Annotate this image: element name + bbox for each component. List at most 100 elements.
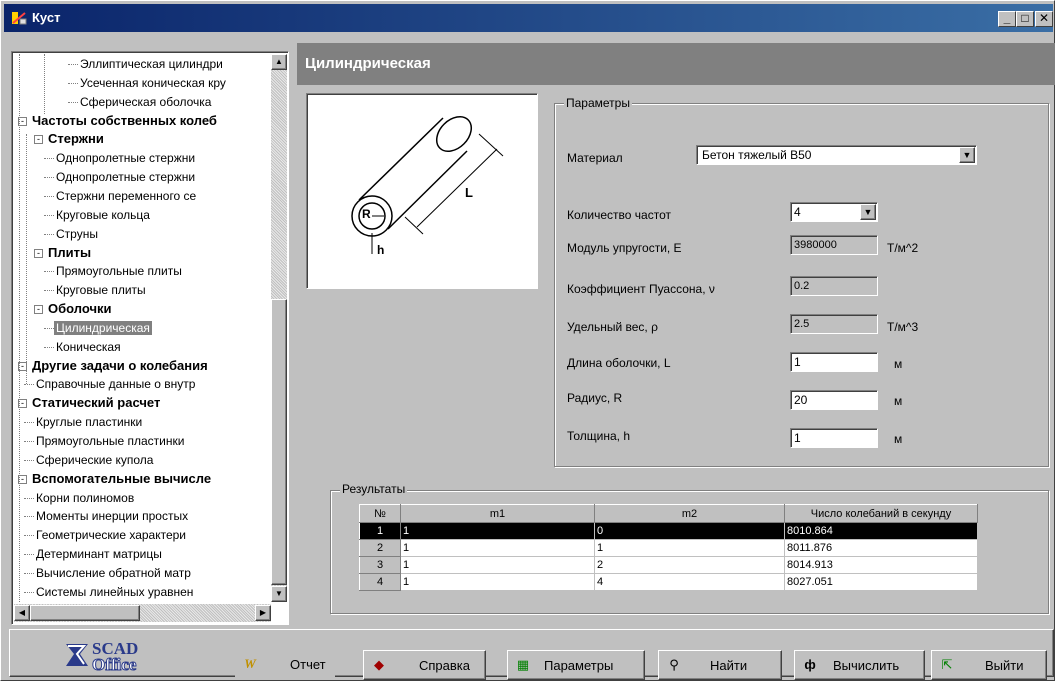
tree-item[interactable]: - Вспомогательные вычисле <box>18 470 213 488</box>
freq-count-select[interactable]: 4 ▼ <box>790 202 878 222</box>
tree-item[interactable]: Цилиндрическая <box>44 319 152 337</box>
tree-item[interactable]: Справочные данные о внутр <box>24 375 197 393</box>
col-header-m1[interactable]: m1 <box>400 504 595 523</box>
tree-item-label: Статический расчет <box>32 395 161 411</box>
tree-item[interactable]: Однопролетные стержни <box>44 168 197 186</box>
tree-item-label: Сферические купола <box>36 452 154 467</box>
scad-office-logo: SCAD Office <box>64 638 180 675</box>
cell-freq: 8010.864 <box>784 522 978 540</box>
tree-item-label: Стержни <box>48 131 104 147</box>
report-button[interactable]: W Отчет <box>235 650 335 680</box>
col-header-m2[interactable]: m2 <box>594 504 785 523</box>
modulus-label: Модуль упругости, E <box>567 241 682 255</box>
tree-item-label: Справочные данные о внутр <box>36 377 196 392</box>
scroll-left-icon[interactable]: ◀ <box>14 605 30 621</box>
tree-item[interactable]: - Другие задачи о колебания <box>18 357 210 375</box>
tree-item[interactable]: Детерминант матрицы <box>24 545 164 563</box>
parameters-icon: ▦ <box>516 657 530 672</box>
tree-item[interactable]: Прямоугольные пластинки <box>24 432 186 450</box>
scroll-down-icon[interactable]: ▼ <box>271 586 287 602</box>
tree-item-label: Плиты <box>48 244 92 260</box>
tree-vertical-scrollbar[interactable]: ▲ ▼ <box>271 54 287 602</box>
chevron-down-icon[interactable]: ▼ <box>959 147 975 163</box>
tree-connector <box>68 64 78 65</box>
tree-connector <box>68 101 78 103</box>
tree-item-label: Частоты собственных колеб <box>32 112 217 128</box>
help-button[interactable]: ◆ Справка <box>363 650 486 680</box>
tree-item[interactable]: Геометрические характери <box>24 526 188 544</box>
table-row[interactable]: 2 1 1 8011.876 <box>359 539 978 557</box>
tree-item-label: Геометрические характери <box>36 528 187 543</box>
tree-connector <box>24 554 34 556</box>
tree-item[interactable]: Струны <box>44 225 100 243</box>
tree-item[interactable]: Системы линейных уравнен <box>24 583 195 601</box>
svg-text:Office: Office <box>92 655 137 672</box>
tree-item[interactable]: Моменты инерции простых <box>24 507 190 525</box>
exit-label: Выйти <box>985 658 1024 673</box>
tree-item[interactable]: Круговые кольца <box>44 206 152 224</box>
tree-item[interactable]: Круглые пластинки <box>24 413 144 431</box>
collapse-icon[interactable]: - <box>34 135 43 145</box>
tree-item[interactable]: - Стержни <box>34 130 106 148</box>
tree-item[interactable]: Сферическая оболочка <box>68 93 213 111</box>
help-book-icon: ◆ <box>374 657 384 672</box>
tree-item[interactable]: Круговые плиты <box>44 281 148 299</box>
collapse-icon[interactable]: - <box>34 248 43 258</box>
tree-item[interactable]: Вычисление обратной матр <box>24 564 193 582</box>
tree-guide-line <box>26 134 27 384</box>
tree-item[interactable]: Эллиптическая цилиндри <box>68 55 225 73</box>
close-button[interactable]: ✕ <box>1035 11 1053 27</box>
tree-item[interactable]: Стержни переменного се <box>44 187 198 205</box>
tree-view[interactable]: Эллиптическая цилиндри Усеченная коническ… <box>14 54 269 602</box>
tree-item[interactable]: - Частоты собственных колеб <box>18 112 219 130</box>
scroll-right-icon[interactable]: ▶ <box>255 605 271 621</box>
tree-item-label: Прямоугольные пластинки <box>36 434 185 448</box>
thickness-input[interactable]: 1 <box>790 428 878 448</box>
hscroll-thumb[interactable] <box>30 605 140 621</box>
title-bar[interactable]: Куст _ □ ✕ <box>4 4 1053 32</box>
exit-button[interactable]: ⇱ Выйти <box>931 650 1047 680</box>
tree-item[interactable]: Корни полиномов <box>24 489 136 507</box>
collapse-icon[interactable]: - <box>34 305 43 315</box>
chevron-down-icon[interactable]: ▼ <box>860 204 876 220</box>
binoculars-icon: ⚲ <box>669 657 679 672</box>
length-input[interactable]: 1 <box>790 352 878 372</box>
calculate-button[interactable]: ф Вычислить <box>794 650 925 680</box>
col-header-no[interactable]: № <box>359 504 401 523</box>
scroll-thumb[interactable] <box>271 299 287 585</box>
cylinder-shell-icon: L R h <box>351 115 504 257</box>
report-label: Отчет <box>290 657 326 672</box>
modulus-field: 3980000 <box>790 235 878 255</box>
results-table[interactable]: № m1 m2 Число колебаний в секунду 1 1 0 … <box>359 504 978 591</box>
scroll-up-icon[interactable]: ▲ <box>271 54 287 70</box>
weight-label: Удельный вес, ρ <box>567 320 658 334</box>
maximize-button[interactable]: □ <box>1016 11 1034 27</box>
tree-item[interactable]: Усеченная коническая кру <box>68 74 228 92</box>
parameters-legend: Параметры <box>564 96 632 110</box>
tree-item[interactable]: - Плиты <box>34 244 93 262</box>
tree-item[interactable]: - Оболочки <box>34 300 114 318</box>
tree-connector <box>44 290 54 292</box>
table-row[interactable]: 4 1 4 8027.051 <box>359 573 978 591</box>
tree-horizontal-scrollbar[interactable]: ◀ ▶ <box>14 604 271 622</box>
material-value: Бетон тяжелый B50 <box>702 148 812 162</box>
table-row[interactable]: 3 1 2 8014.913 <box>359 556 978 574</box>
material-select[interactable]: Бетон тяжелый B50 ▼ <box>696 145 977 165</box>
cell-freq: 8014.913 <box>784 556 978 574</box>
material-label: Материал <box>567 151 623 165</box>
cell-freq: 8027.051 <box>784 573 978 591</box>
minimize-button[interactable]: _ <box>998 11 1016 27</box>
col-header-freq[interactable]: Число колебаний в секунду <box>784 504 978 523</box>
tree-item[interactable]: Прямоугольные плиты <box>44 262 184 280</box>
parameters-button[interactable]: ▦ Параметры <box>507 650 645 680</box>
tree-item[interactable]: Сферические купола <box>24 451 155 469</box>
tree-item[interactable]: Коническая <box>44 338 123 356</box>
radius-input[interactable]: 20 <box>790 390 878 410</box>
find-button[interactable]: ⚲ Найти <box>658 650 782 680</box>
tree-item[interactable]: Однопролетные стержни <box>44 149 197 167</box>
table-row[interactable]: 1 1 0 8010.864 <box>359 522 978 540</box>
freq-count-value: 4 <box>794 205 801 219</box>
tree-item-label: Другие задачи о колебания <box>32 357 208 373</box>
tree-connector <box>44 271 54 273</box>
tree-item[interactable]: - Статический расчет <box>18 394 162 412</box>
